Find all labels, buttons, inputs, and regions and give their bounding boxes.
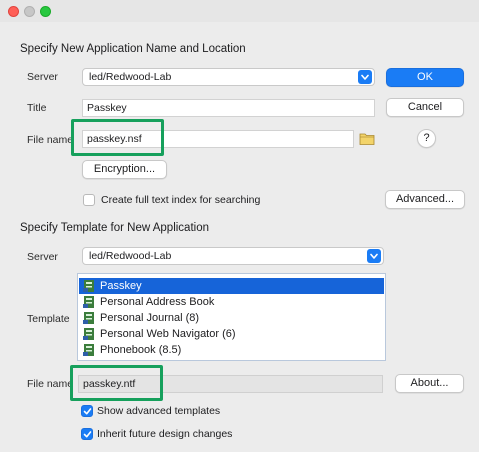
notes-database-icon [82,279,96,293]
template-label: Template [27,313,70,325]
template-server-select-value: led/Redwood-Lab [89,250,172,262]
new-application-dialog: Specify New Application Name and Locatio… [0,0,479,452]
about-button[interactable]: About... [395,374,464,393]
notes-database-icon [82,343,96,357]
template-file-name-label: File name [27,378,74,390]
template-list-item-label: Personal Address Book [100,296,215,308]
template-list-item[interactable]: Personal Journal (8) [79,310,384,326]
template-list-item-label: Passkey [100,280,142,292]
highlight-box [70,365,163,401]
chevron-updown-icon [367,249,381,263]
template-list-item[interactable]: Passkey [79,278,384,294]
template-server-select[interactable]: led/Redwood-Lab [82,247,384,265]
ok-button[interactable]: OK [386,68,464,87]
notes-database-icon [82,327,96,341]
template-list-item[interactable]: Phonebook (8.5) [79,342,384,358]
notes-database-icon [82,295,96,309]
notes-database-icon [82,311,96,325]
title-label: Title [27,102,47,114]
cancel-button[interactable]: Cancel [386,98,464,117]
highlight-box [71,119,164,156]
section-title-template: Specify Template for New Application [20,222,209,234]
show-advanced-templates-label: Show advanced templates [97,405,221,417]
minimize-window-button[interactable] [24,6,35,17]
template-server-label: Server [27,251,58,263]
template-list[interactable]: Passkey Personal Address Book Personal J… [77,273,386,361]
server-select[interactable]: led/Redwood-Lab [82,68,375,86]
template-list-item-label: Personal Journal (8) [100,312,200,324]
server-select-value: led/Redwood-Lab [89,71,172,83]
template-list-item-label: Phonebook (8.5) [100,344,182,356]
section-title-new-application: Specify New Application Name and Locatio… [20,43,246,55]
help-button[interactable]: ? [417,129,436,148]
title-bar [0,0,479,22]
template-list-item-label: Personal Web Navigator (6) [100,328,236,340]
inherit-design-changes-label: Inherit future design changes [97,428,233,440]
fulltext-index-checkbox[interactable] [83,194,95,206]
title-field[interactable]: Passkey [82,99,375,117]
advanced-button[interactable]: Advanced... [385,190,465,209]
encryption-button[interactable]: Encryption... [82,160,167,179]
file-name-label: File name [27,134,74,146]
inherit-design-changes-checkbox[interactable] [81,428,93,440]
template-list-item[interactable]: Personal Address Book [79,294,384,310]
fulltext-index-label: Create full text index for searching [101,194,261,206]
template-list-item[interactable]: Personal Web Navigator (6) [79,326,384,342]
folder-icon[interactable] [359,131,375,147]
show-advanced-templates-checkbox[interactable] [81,405,93,417]
chevron-updown-icon [358,70,372,84]
zoom-window-button[interactable] [40,6,51,17]
server-label: Server [27,71,58,83]
close-window-button[interactable] [8,6,19,17]
